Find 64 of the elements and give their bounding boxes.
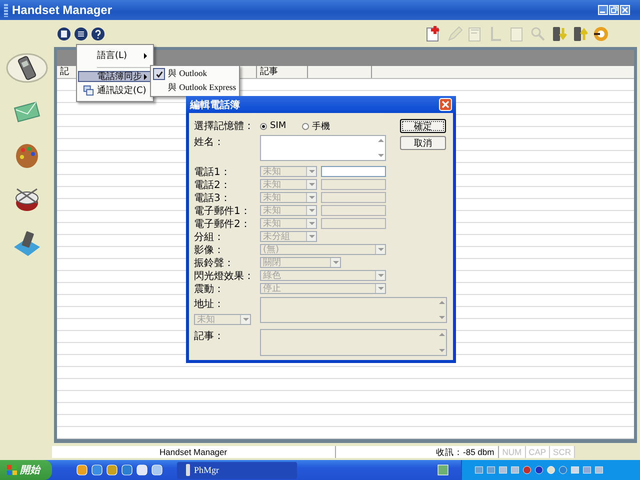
menu-item[interactable]: 語言(L) xyxy=(78,47,152,64)
field-label: 姓名： xyxy=(194,136,225,149)
globe-icon[interactable] xyxy=(121,464,133,476)
column-header[interactable]: 記事 xyxy=(257,66,308,78)
key-indicator: SCR xyxy=(550,446,575,458)
restore-icon[interactable] xyxy=(609,5,619,15)
key-indicator: CAP xyxy=(526,446,550,458)
window-title: Handset Manager xyxy=(12,3,114,17)
field-label: 振鈴聲： xyxy=(194,256,235,270)
field-label: 閃光燈效果： xyxy=(194,270,255,282)
radio-option[interactable]: 手機 xyxy=(302,120,330,132)
clock-icon[interactable] xyxy=(546,465,556,475)
notepad-icon[interactable] xyxy=(136,464,148,476)
upload-icon[interactable] xyxy=(571,24,589,42)
signal-strength: 收訊：-85 dbm xyxy=(336,446,500,458)
close-icon[interactable] xyxy=(620,5,630,15)
grip-icon xyxy=(4,4,8,16)
monitor-icon[interactable] xyxy=(594,465,604,475)
menu-item[interactable]: 與 Outlook xyxy=(152,67,238,81)
key-indicator: NUM xyxy=(499,446,526,458)
name-field[interactable] xyxy=(260,135,386,161)
field-label: 電子郵件1： xyxy=(194,204,252,218)
menu-item[interactable]: 與 Outlook Express xyxy=(152,81,238,95)
dialog-button[interactable]: 確定 xyxy=(400,119,446,133)
download-icon[interactable] xyxy=(550,24,568,42)
status-text: Handset Manager xyxy=(52,446,336,458)
list-icon[interactable] xyxy=(74,26,88,40)
globe-icon[interactable] xyxy=(558,465,568,475)
field-label: 選擇記憶體： xyxy=(194,120,255,133)
document-icon[interactable] xyxy=(151,464,163,476)
start-button[interactable]: 開始 xyxy=(0,460,52,480)
menu-item[interactable]: 電話簿同步 xyxy=(78,71,152,82)
dialog-button[interactable]: 取消 xyxy=(400,136,446,150)
check-icon xyxy=(154,70,164,78)
field-label: 影像： xyxy=(194,244,225,256)
bluetooth-icon[interactable] xyxy=(534,465,544,475)
dialog-title: 編輯電話簿 xyxy=(190,98,240,112)
volume-icon[interactable] xyxy=(570,465,580,475)
windows-flag-icon xyxy=(7,465,17,475)
phone-icon xyxy=(185,464,191,476)
minimize-icon[interactable] xyxy=(598,5,608,15)
player-icon[interactable] xyxy=(76,464,88,476)
close-icon[interactable] xyxy=(439,98,452,111)
field-label: 記事： xyxy=(194,330,225,343)
shield-icon[interactable] xyxy=(522,465,532,475)
radio-option[interactable]: SIM xyxy=(260,121,286,131)
new-icon[interactable] xyxy=(424,24,442,42)
field-label: 分組： xyxy=(194,230,225,244)
field-label: 電話3： xyxy=(194,192,232,204)
taskbar-button[interactable]: PhMgr xyxy=(177,462,297,478)
phone-icon[interactable] xyxy=(5,51,49,85)
address-field[interactable] xyxy=(260,297,447,323)
menu-item[interactable]: 通訊設定(C) xyxy=(78,82,152,99)
windows-icon xyxy=(82,85,94,96)
field-label: 震動： xyxy=(194,282,225,296)
field-label: 電子郵件2： xyxy=(194,218,252,230)
program-icon[interactable] xyxy=(437,464,449,476)
help-icon[interactable] xyxy=(91,26,105,40)
field-label: 電話1： xyxy=(194,166,232,178)
field-label: 電話2： xyxy=(194,178,232,192)
field-label: 地址： xyxy=(194,298,225,311)
document-icon[interactable] xyxy=(57,26,71,40)
browser-icon[interactable] xyxy=(91,464,103,476)
messenger-icon[interactable] xyxy=(106,464,118,476)
